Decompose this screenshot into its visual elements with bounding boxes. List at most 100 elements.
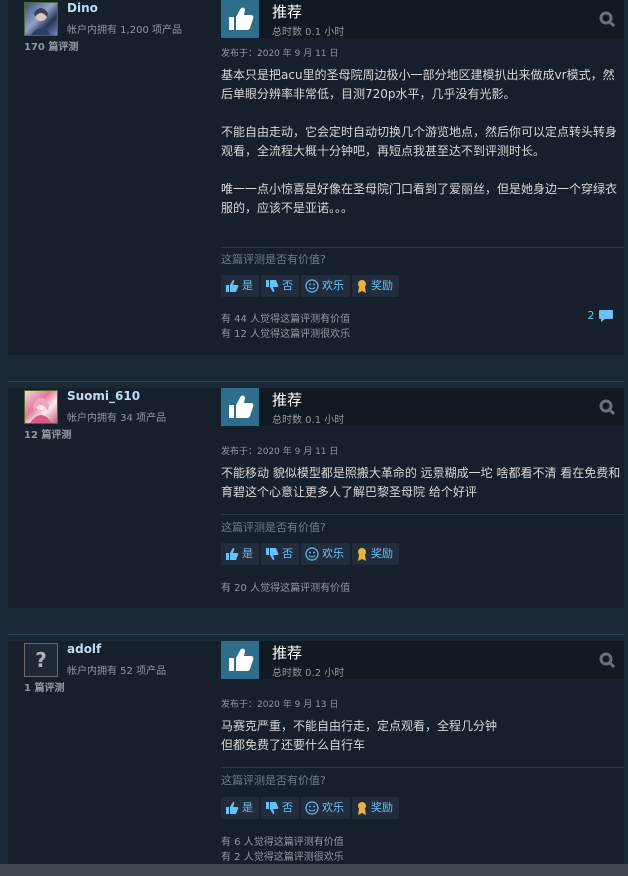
- vote-buttons: 是 否 欢乐 奖励: [221, 797, 401, 819]
- smiley-icon: [305, 801, 319, 815]
- award-label: 奖励: [371, 279, 393, 292]
- comment-count: 2: [587, 309, 595, 322]
- posted-date: 发布于：2020 年 9 月 11 日: [221, 447, 339, 457]
- gear-icon[interactable]: [598, 651, 616, 669]
- review-paragraph: 不能自由走动，它会定时自动切换几个游览地点，然后你可以定点转头转身观看，全流程大…: [221, 125, 618, 158]
- vote-buttons: 是 否 欢乐 奖励: [221, 275, 401, 297]
- avatar[interactable]: [24, 2, 58, 36]
- vote-header[interactable]: 推荐 总时数 0.2 小时: [221, 641, 624, 679]
- helpful-stats: 有 20 人觉得这篇评测有价值: [221, 581, 350, 596]
- thumbs-up-icon: [221, 641, 259, 679]
- funny-label: 欢乐: [322, 279, 344, 292]
- no-label: 否: [282, 547, 293, 560]
- comment-count-link[interactable]: 2: [588, 309, 615, 323]
- vote-funny-button[interactable]: 欢乐: [301, 797, 350, 819]
- author-name[interactable]: Suomi_610: [67, 389, 140, 403]
- bottom-bar: [0, 864, 628, 876]
- play-hours: 总时数 0.1 小时: [272, 27, 345, 38]
- divider: [8, 634, 624, 635]
- award-button[interactable]: 奖励: [352, 543, 399, 565]
- no-label: 否: [282, 279, 293, 292]
- vote-header[interactable]: 推荐 总时数 0.1 小时: [221, 388, 624, 426]
- review-card: ? adolf 帐户内拥有 52 项产品 1 篇评测 推荐 总时数 0.2 小时…: [8, 641, 624, 864]
- funny-label: 欢乐: [322, 547, 344, 560]
- review-card: Dino 帐户内拥有 1,200 项产品 170 篇评测 推荐 总时数 0.1 …: [8, 0, 624, 355]
- helpful-stats: 有 44 人觉得这篇评测有价值 有 12 人觉得这篇评测很欢乐: [221, 312, 350, 342]
- yes-label: 是: [242, 801, 253, 814]
- vote-yes-button[interactable]: 是: [221, 797, 259, 819]
- gear-icon[interactable]: [598, 10, 616, 28]
- helpful-count: 有 44 人觉得这篇评测有价值: [221, 314, 351, 325]
- review-body: 推荐 总时数 0.1 小时 发布于：2020 年 9 月 11 日 不能移动 貌…: [221, 388, 624, 608]
- divider: [221, 767, 624, 768]
- award-button[interactable]: 奖励: [352, 797, 399, 819]
- play-hours: 总时数 0.2 小时: [272, 668, 345, 679]
- products-owned[interactable]: 帐户内拥有 34 项产品: [67, 409, 166, 424]
- award-label: 奖励: [371, 801, 393, 814]
- yes-label: 是: [242, 279, 253, 292]
- vote-yes-button[interactable]: 是: [221, 275, 259, 297]
- products-owned[interactable]: 帐户内拥有 1,200 项产品: [67, 21, 182, 36]
- review-text: 基本只是把acu里的圣母院周边极小一部分地区建模扒出来做成vr模式，然后单眼分辨…: [221, 66, 621, 218]
- thumbs-up-icon: [226, 802, 239, 814]
- gear-icon[interactable]: [598, 398, 616, 416]
- review-paragraph: 马赛克严重，不能自由行走，定点观看，全程几分钟 但都免费了还要什么自行车: [221, 719, 498, 752]
- funny-count: 有 12 人觉得这篇评测很欢乐: [221, 329, 351, 340]
- helpful-question: 这篇评测是否有价值?: [221, 253, 326, 266]
- play-hours: 总时数 0.1 小时: [272, 415, 345, 426]
- thumbs-up-icon: [221, 388, 259, 426]
- author-name[interactable]: adolf: [67, 642, 101, 656]
- smiley-icon: [305, 279, 319, 293]
- helpful-count: 有 20 人觉得这篇评测有价值: [221, 583, 351, 594]
- vote-no-button[interactable]: 否: [261, 797, 299, 819]
- helpful-stats: 有 6 人觉得这篇评测有价值 有 2 人觉得这篇评测很欢乐: [221, 835, 344, 865]
- vote-header[interactable]: 推荐 总时数 0.1 小时: [221, 0, 624, 38]
- products-owned[interactable]: 帐户内拥有 52 项产品: [67, 662, 166, 677]
- posted-date: 发布于：2020 年 9 月 13 日: [221, 700, 339, 710]
- helpful-count: 有 6 人觉得这篇评测有价值: [221, 837, 344, 848]
- funny-count: 有 2 人觉得这篇评测很欢乐: [221, 852, 344, 863]
- no-label: 否: [282, 801, 293, 814]
- award-label: 奖励: [371, 547, 393, 560]
- review-paragraph: 唯一一点小惊喜是好像在圣母院门口看到了爱丽丝，但是她身边一个穿绿衣服的，应该不是…: [221, 182, 618, 215]
- avatar[interactable]: ?: [24, 643, 58, 677]
- review-text: 不能移动 貌似模型都是照搬大革命的 远景糊成一坨 啥都看不清 看在免费和育碧这个…: [221, 464, 621, 502]
- review-paragraph: 基本只是把acu里的圣母院周边极小一部分地区建模扒出来做成vr模式，然后单眼分辨…: [221, 68, 615, 101]
- verdict-title: 推荐: [272, 3, 303, 21]
- author-name[interactable]: Dino: [67, 1, 98, 15]
- review-paragraph: 不能移动 貌似模型都是照搬大革命的 远景糊成一坨 啥都看不清 看在免费和育碧这个…: [221, 466, 621, 499]
- award-icon: [358, 548, 366, 561]
- thumbs-up-icon: [221, 0, 259, 38]
- funny-label: 欢乐: [322, 801, 344, 814]
- divider: [8, 381, 624, 382]
- divider: [221, 514, 624, 515]
- thumbs-down-icon: [266, 548, 279, 560]
- yes-label: 是: [242, 547, 253, 560]
- helpful-question: 这篇评测是否有价值?: [221, 521, 326, 534]
- review-paragraph: [221, 161, 621, 180]
- review-card: Suomi_610 帐户内拥有 34 项产品 12 篇评测 推荐 总时数 0.1…: [8, 388, 624, 608]
- thumbs-up-icon: [226, 280, 239, 292]
- award-icon: [358, 280, 366, 293]
- vote-funny-button[interactable]: 欢乐: [301, 543, 350, 565]
- vote-yes-button[interactable]: 是: [221, 543, 259, 565]
- posted-date: 发布于：2020 年 9 月 11 日: [221, 49, 339, 59]
- vote-no-button[interactable]: 否: [261, 543, 299, 565]
- smiley-icon: [305, 547, 319, 561]
- award-button[interactable]: 奖励: [352, 275, 399, 297]
- review-count[interactable]: 1 篇评测: [24, 679, 64, 694]
- vote-buttons: 是 否 欢乐 奖励: [221, 543, 401, 565]
- review-text: 马赛克严重，不能自由行走，定点观看，全程几分钟 但都免费了还要什么自行车: [221, 717, 621, 755]
- award-icon: [358, 802, 366, 815]
- thumbs-up-icon: [226, 548, 239, 560]
- verdict-title: 推荐: [272, 644, 303, 662]
- avatar[interactable]: [24, 390, 58, 424]
- vote-no-button[interactable]: 否: [261, 275, 299, 297]
- thumbs-down-icon: [266, 802, 279, 814]
- helpful-question: 这篇评测是否有价值?: [221, 774, 326, 787]
- review-count[interactable]: 170 篇评测: [24, 38, 78, 53]
- review-body: 推荐 总时数 0.2 小时 发布于：2020 年 9 月 13 日 马赛克严重，…: [221, 641, 624, 864]
- comment-icon: [599, 310, 613, 322]
- vote-funny-button[interactable]: 欢乐: [301, 275, 350, 297]
- review-count[interactable]: 12 篇评测: [24, 426, 71, 441]
